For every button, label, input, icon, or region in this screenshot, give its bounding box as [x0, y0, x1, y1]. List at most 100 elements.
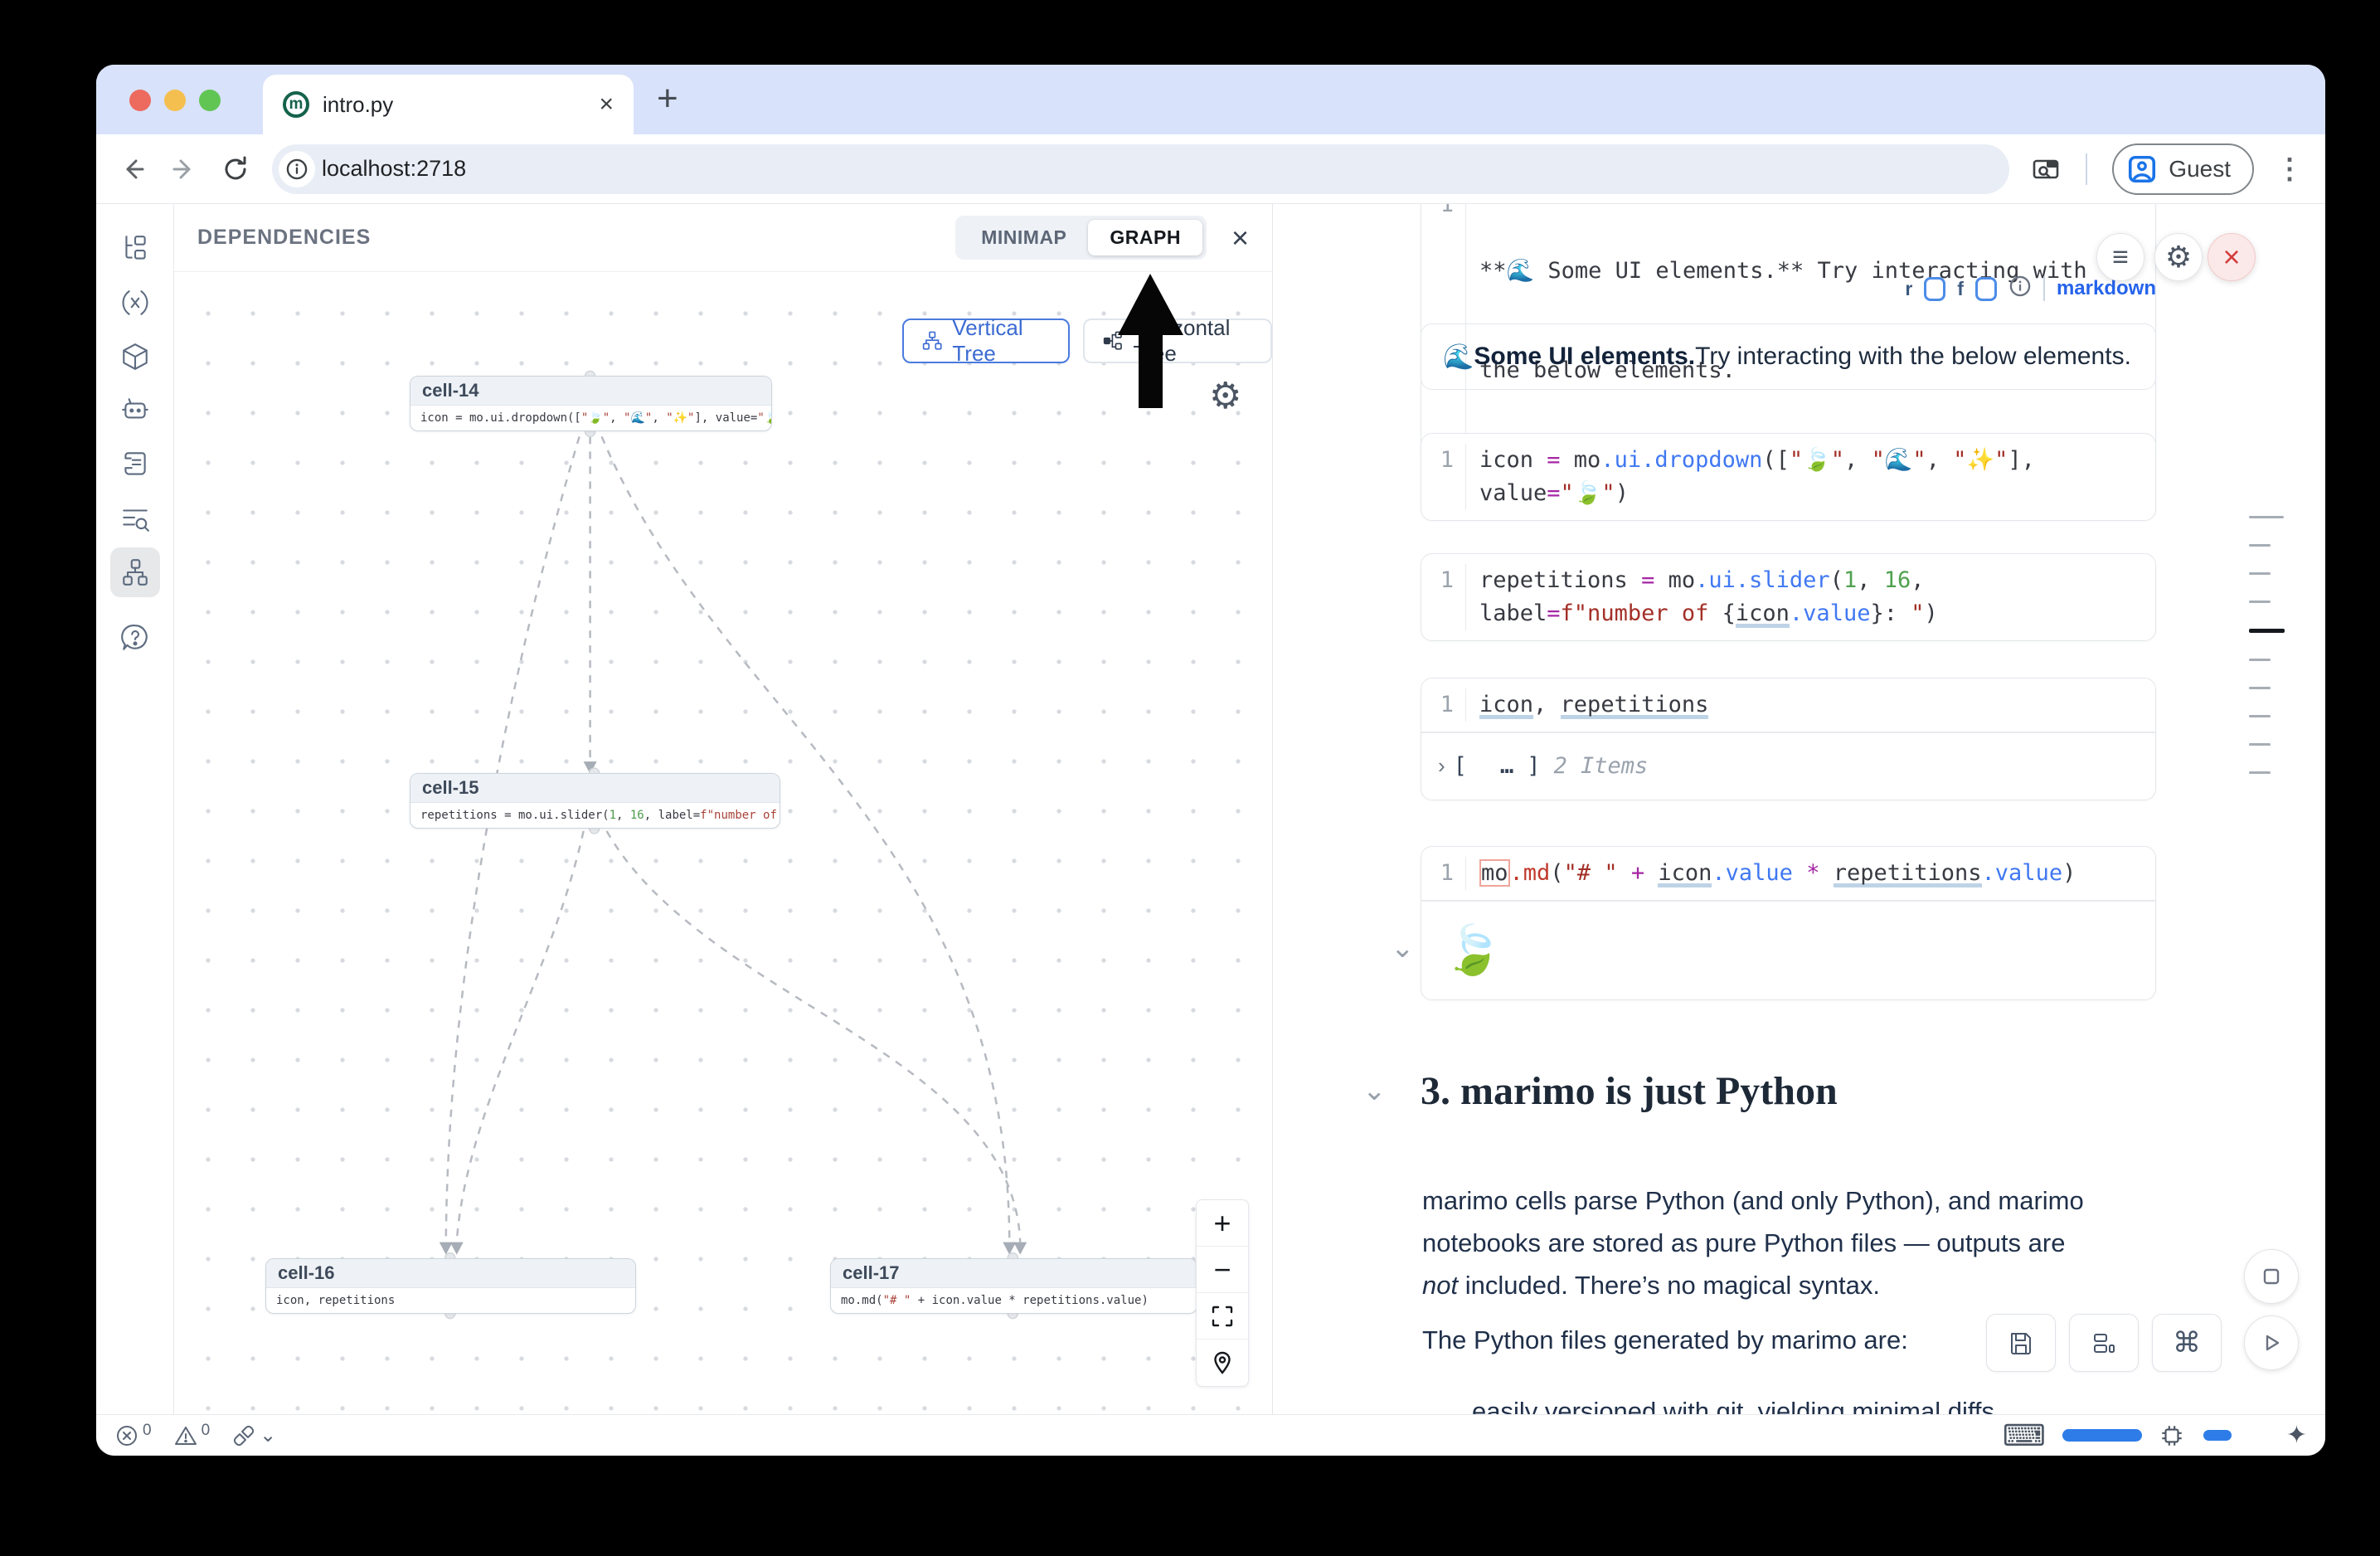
- keyboard-shortcuts-button[interactable]: ⌘: [2152, 1314, 2222, 1372]
- leaf-emoji-output: 🍃: [1443, 922, 1503, 979]
- profile-button[interactable]: Guest: [2112, 143, 2254, 195]
- helper-sidebar: [96, 204, 174, 1414]
- run-button[interactable]: [2244, 1315, 2299, 1370]
- sidebar-item-ai-assistant[interactable]: [110, 386, 160, 435]
- sidebar-item-logs[interactable]: [110, 494, 160, 543]
- memory-chip-icon[interactable]: [2159, 1422, 2185, 1449]
- browser-toolbar: localhost:2718 Guest ⋮: [96, 134, 2325, 204]
- section-collapse-icon[interactable]: ⌄: [1362, 1077, 1387, 1105]
- sidebar-item-file-explorer[interactable]: [110, 224, 160, 274]
- dependency-graph-canvas[interactable]: Vertical Tree Horizontal Tree ⚙: [174, 272, 1272, 1414]
- node-code: repetitions = mo.ui.slider(1, 16, label=…: [410, 803, 780, 828]
- line-number: 1: [1433, 857, 1466, 890]
- fit-view-button[interactable]: [1197, 1293, 1248, 1340]
- dependency-graph-icon: [119, 557, 151, 588]
- md-rest-text: Try interacting with the below elements.: [1695, 343, 2131, 371]
- rendered-markdown-cell[interactable]: 🌊 Some UI elements. Try interacting with…: [1421, 323, 2156, 390]
- reload-icon[interactable]: [221, 154, 250, 184]
- horizontal-tree-button[interactable]: Horizontal Tree: [1083, 318, 1272, 363]
- stop-icon: [2261, 1266, 2282, 1287]
- sidebar-item-help[interactable]: [110, 613, 160, 663]
- play-icon: [2261, 1332, 2282, 1354]
- address-bar[interactable]: localhost:2718: [272, 144, 2009, 194]
- bracket-open: [: [1454, 753, 1467, 779]
- node-title: cell-17: [831, 1259, 1197, 1288]
- gear-icon: ⚙: [2165, 240, 2192, 275]
- graph-node-cell-15[interactable]: cell-15 repetitions = mo.ui.slider(1, 16…: [410, 773, 780, 829]
- output-collapse-icon[interactable]: ⌄: [1391, 934, 1415, 962]
- expander-icon[interactable]: ›: [1438, 753, 1445, 779]
- browser-menu-icon[interactable]: ⋮: [2276, 153, 2304, 186]
- cell-mark[interactable]: [2249, 629, 2285, 633]
- paragraph-text: included. There’s no magical syntax.: [1458, 1271, 1880, 1300]
- cell-mark[interactable]: [2249, 516, 2284, 518]
- graph-node-cell-16[interactable]: cell-16 icon, repetitions: [265, 1258, 636, 1314]
- cell-mark[interactable]: [2249, 687, 2271, 689]
- graph-node-cell-17[interactable]: cell-17 mo.md("# " + icon.value * repeti…: [830, 1258, 1197, 1314]
- zoom-out-button[interactable]: −: [1197, 1247, 1248, 1293]
- warning-count: 0: [202, 1422, 211, 1440]
- markdown-language-label[interactable]: markdown: [2057, 277, 2156, 300]
- cell-code[interactable]: mo.md("# " + icon.value * repetitions.va…: [1479, 857, 2126, 890]
- f-checkbox[interactable]: [1975, 277, 1997, 301]
- sidebar-item-dependencies[interactable]: [110, 547, 160, 597]
- keyboard-icon[interactable]: ⌨: [2003, 1421, 2046, 1451]
- window-minimize-button[interactable]: [164, 90, 186, 111]
- cell-mark[interactable]: [2249, 544, 2271, 547]
- cell-code[interactable]: repetitions = mo.ui.slider(1, 16, label=…: [1479, 564, 2126, 630]
- cell-code[interactable]: icon = mo.ui.dropdown(["🍃", "🌊", "✨"], v…: [1479, 444, 2126, 510]
- code-cell-tuple[interactable]: 1 icon, repetitions › [ … ] 2 Items: [1421, 678, 2156, 800]
- minimap-tab[interactable]: MINIMAP: [959, 220, 1088, 255]
- connection-indicator[interactable]: ⌄: [231, 1423, 276, 1448]
- errors-indicator[interactable]: 0: [114, 1423, 152, 1448]
- panel-close-icon[interactable]: ×: [1231, 223, 1249, 253]
- shutdown-button[interactable]: ×: [2208, 233, 2256, 281]
- cell-navigator[interactable]: [2249, 516, 2285, 800]
- forward-icon[interactable]: [169, 154, 199, 184]
- new-tab-button[interactable]: +: [657, 78, 678, 119]
- notebook-settings-button[interactable]: ⚙: [2154, 233, 2203, 281]
- cell-mark[interactable]: [2249, 601, 2271, 603]
- vertical-tree-button[interactable]: Vertical Tree: [902, 318, 1070, 363]
- graph-node-cell-14[interactable]: cell-14 icon = mo.ui.dropdown(["🍃", "🌊",…: [410, 376, 772, 431]
- status-bar: 0 0 ⌄ ⌨ ✦: [96, 1414, 2325, 1456]
- code-cell-momd[interactable]: 1 mo.md("# " + icon.value * repetitions.…: [1421, 846, 2156, 1000]
- info-icon[interactable]: [2008, 275, 2032, 304]
- sidebar-item-snippets[interactable]: [110, 440, 160, 489]
- window-zoom-button[interactable]: [199, 90, 221, 111]
- window-close-button[interactable]: [129, 90, 151, 111]
- r-checkbox[interactable]: [1924, 277, 1945, 301]
- back-icon[interactable]: [118, 154, 148, 184]
- graph-tab[interactable]: GRAPH: [1088, 220, 1202, 255]
- cell-mark[interactable]: [2249, 659, 2271, 661]
- fullscreen-icon: [1210, 1304, 1235, 1329]
- tab-close-icon[interactable]: ×: [599, 92, 614, 117]
- site-info-icon[interactable]: [279, 151, 315, 187]
- locate-button[interactable]: [1197, 1340, 1248, 1386]
- prose-paragraph: marimo cells parse Python (and only Pyth…: [1422, 1179, 2091, 1306]
- stop-button[interactable]: [2244, 1249, 2299, 1304]
- toolbar-divider: [2086, 153, 2087, 185]
- sidebar-item-packages[interactable]: [110, 332, 160, 382]
- fstring-toggle-label: f: [1957, 278, 1964, 300]
- zoom-in-button[interactable]: +: [1197, 1200, 1248, 1247]
- app-main: DEPENDENCIES MINIMAP GRAPH × Vertical Tr…: [96, 204, 2325, 1414]
- graph-zoom-controls: + −: [1196, 1199, 1249, 1387]
- cell-code[interactable]: icon, repetitions: [1479, 688, 2126, 722]
- code-cell-dropdown[interactable]: 1 icon = mo.ui.dropdown(["🍃", "🌊", "✨"],…: [1421, 433, 2156, 521]
- warnings-indicator[interactable]: 0: [173, 1423, 211, 1448]
- browser-tab[interactable]: m intro.py ×: [263, 75, 634, 134]
- sparkles-icon[interactable]: ✦: [2286, 1421, 2307, 1450]
- save-button[interactable]: [1986, 1314, 2056, 1372]
- cell-mark[interactable]: [2249, 771, 2271, 774]
- graph-settings-icon[interactable]: ⚙: [1209, 378, 1241, 415]
- reactive-toggle-label: r: [1905, 278, 1912, 300]
- code-cell-slider[interactable]: 1 repetitions = mo.ui.slider(1, 16, labe…: [1421, 553, 2156, 641]
- tab-search-icon[interactable]: [2031, 154, 2061, 184]
- cell-mark[interactable]: [2249, 715, 2271, 717]
- cell-mark[interactable]: [2249, 743, 2271, 746]
- cell-mark[interactable]: [2249, 572, 2271, 575]
- layout-button[interactable]: [2069, 1314, 2139, 1372]
- notebook-menu-button[interactable]: ≡: [2096, 233, 2144, 281]
- sidebar-item-variables[interactable]: [110, 278, 160, 328]
